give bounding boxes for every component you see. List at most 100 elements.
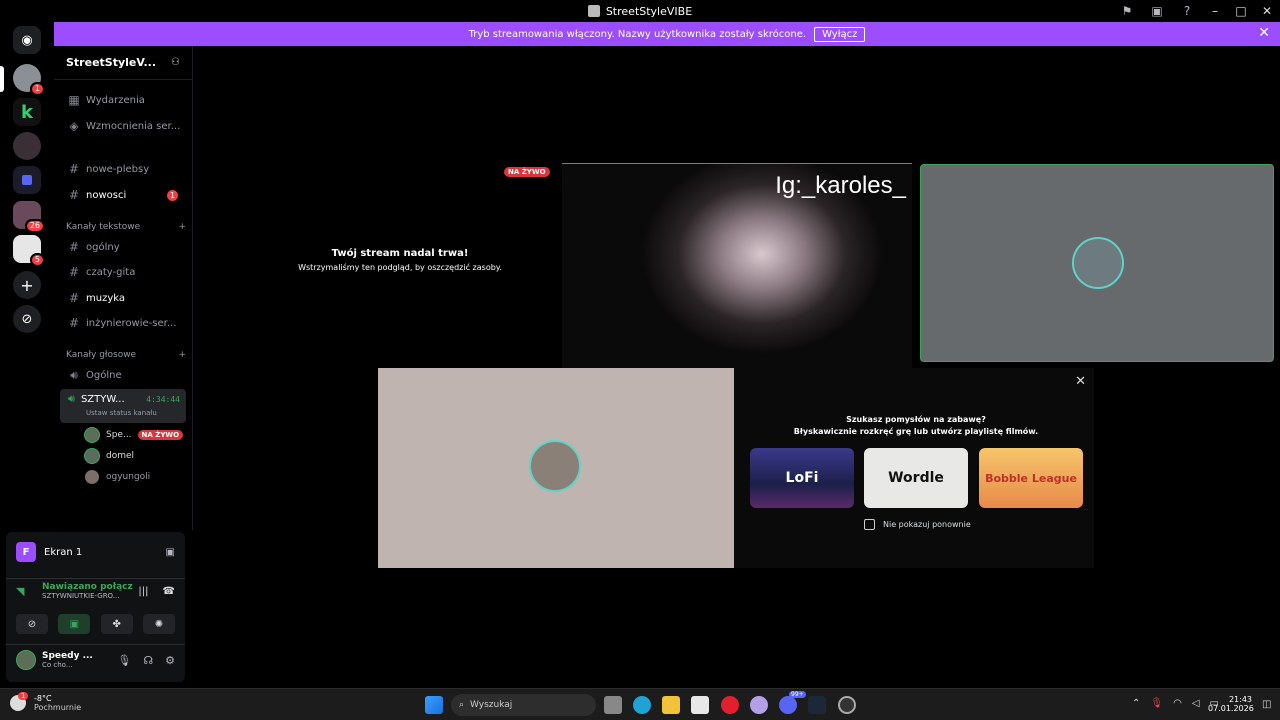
activities-icon[interactable]: ✤ bbox=[100, 614, 133, 634]
screen-share-icon[interactable]: ▣ bbox=[58, 614, 91, 634]
window-title-text: StreetStyleVIBE bbox=[605, 4, 693, 18]
server-5[interactable]: 26 bbox=[13, 201, 45, 233]
invite-icon[interactable]: ⚇ bbox=[171, 57, 180, 68]
connection-status[interactable]: Nawiązano połącz bbox=[42, 582, 133, 592]
wifi-icon[interactable]: ◠ bbox=[1173, 698, 1182, 709]
notification-icon[interactable]: ◫ bbox=[1262, 699, 1271, 710]
weather-badge: 1 bbox=[18, 692, 29, 700]
disable-streamer-mode-button[interactable]: Wyłącz bbox=[814, 26, 866, 42]
voice-user[interactable]: Spe... NA ŻYWO bbox=[84, 425, 184, 445]
opera-icon[interactable] bbox=[721, 696, 739, 714]
activity-card-wordle[interactable]: Wordle bbox=[864, 448, 968, 508]
clock-date: 07.01.2026 bbox=[1208, 704, 1254, 713]
voice-user-name: ogyungoli bbox=[106, 472, 151, 482]
help-icon[interactable]: ? bbox=[1172, 0, 1202, 22]
close-icon[interactable]: ✕ bbox=[1258, 25, 1270, 41]
taskbar-search[interactable]: ⌕ Wyszukaj bbox=[451, 694, 596, 716]
voice-user[interactable]: ogyungoli bbox=[84, 467, 150, 487]
folder-icon[interactable] bbox=[13, 166, 41, 194]
noise-icon[interactable]: ||| bbox=[138, 586, 148, 597]
discover-icon[interactable]: ⊘ bbox=[13, 305, 41, 333]
signal-icon: ◥ bbox=[16, 584, 25, 598]
task-view-icon[interactable] bbox=[604, 696, 622, 714]
screen-share-icon[interactable]: ▣ bbox=[1142, 0, 1172, 22]
checkbox[interactable] bbox=[864, 519, 875, 530]
camera-off-icon[interactable]: ⊘ bbox=[16, 614, 48, 634]
activity-card-bobble-league[interactable]: Bobble League bbox=[979, 448, 1083, 508]
weather-widget[interactable]: 1 -8°C Pochmurnie bbox=[10, 692, 82, 712]
add-channel-icon[interactable]: + bbox=[178, 350, 186, 360]
headphones-icon[interactable]: ☊ bbox=[143, 654, 153, 667]
screen-share-row[interactable]: F Ekran 1 ▣ bbox=[6, 542, 185, 562]
user-name[interactable]: Speedy ... bbox=[42, 651, 93, 661]
server-badge: 26 bbox=[24, 219, 45, 233]
voice-user[interactable]: domel bbox=[84, 446, 134, 466]
channel-inzynierowie[interactable]: # inżynierowie-ser... bbox=[60, 312, 186, 334]
maximize-button[interactable]: □ bbox=[1228, 0, 1254, 22]
streamer-mode-banner: Tryb streamowania włączony. Nazwy użytko… bbox=[54, 22, 1280, 46]
channel-ogolny[interactable]: # ogólny bbox=[60, 236, 186, 258]
server-1[interactable]: 1 bbox=[13, 64, 45, 96]
server-3[interactable] bbox=[13, 132, 41, 160]
server-6[interactable]: 5 bbox=[13, 235, 45, 267]
activity-card-lofi[interactable]: LoFi bbox=[750, 448, 854, 508]
discord-home-icon[interactable]: ◉ bbox=[13, 26, 41, 54]
discord-taskbar-icon[interactable]: 99+ bbox=[779, 691, 806, 714]
guild-header[interactable]: StreetStyleV... ⚇ bbox=[54, 46, 192, 80]
category-voice[interactable]: Kanały głosowe + bbox=[66, 350, 186, 360]
own-stream-tile[interactable]: NA ŻYWO Twój stream nadal trwa! Wstrzyma… bbox=[250, 162, 550, 367]
stop-stream-icon[interactable]: ▣ bbox=[166, 547, 175, 558]
weather-desc: Pochmurnie bbox=[34, 703, 82, 712]
user-status[interactable]: Co cho... bbox=[42, 661, 93, 669]
app-icon[interactable] bbox=[750, 696, 768, 714]
cloud-icon: 1 bbox=[10, 692, 29, 711]
chevron-up-icon[interactable]: ⌃ bbox=[1132, 698, 1140, 709]
participant-tile[interactable] bbox=[378, 368, 734, 568]
app-icon[interactable] bbox=[838, 696, 856, 714]
channel-nowosci[interactable]: # nowosci 1 bbox=[60, 184, 186, 206]
server-k[interactable]: k bbox=[13, 98, 41, 126]
inbox-icon[interactable]: ⚑ bbox=[1112, 0, 1142, 22]
boosts-item[interactable]: ◈ Wzmocnienia ser... bbox=[60, 115, 186, 137]
participant-tile[interactable] bbox=[920, 164, 1274, 362]
gear-icon[interactable]: ⚙ bbox=[165, 654, 175, 667]
voice-channel-ogolne[interactable]: 🔊︎ Ogólne bbox=[60, 364, 186, 386]
store-icon[interactable] bbox=[691, 696, 709, 714]
add-server-icon[interactable]: + bbox=[13, 271, 41, 299]
volume-icon[interactable]: ◁ bbox=[1192, 698, 1200, 709]
channel-label: muzyka bbox=[86, 292, 125, 304]
steam-icon[interactable] bbox=[808, 696, 826, 714]
set-channel-status[interactable]: Ustaw status kanału bbox=[86, 409, 157, 417]
avatar[interactable] bbox=[16, 650, 36, 670]
windows-start-icon[interactable] bbox=[425, 696, 443, 714]
category-label: Kanały tekstowe bbox=[66, 222, 141, 232]
channel-label: Ogólne bbox=[86, 369, 122, 381]
channel-nowe-plebsy[interactable]: # nowe-plebsy bbox=[60, 158, 186, 180]
minimize-button[interactable]: – bbox=[1202, 0, 1228, 22]
hash-icon: # bbox=[68, 291, 80, 305]
channel-muzyka[interactable]: # muzyka bbox=[60, 287, 186, 309]
cam-watermark: Ig:_karoles_ bbox=[775, 172, 906, 199]
disconnect-icon[interactable]: ☎ bbox=[163, 586, 175, 597]
category-text[interactable]: Kanały tekstowe + bbox=[66, 222, 186, 232]
participant-avatar bbox=[1072, 237, 1124, 289]
channel-label: czaty-gita bbox=[86, 266, 136, 278]
add-channel-icon[interactable]: + bbox=[178, 222, 186, 232]
close-icon[interactable]: ✕ bbox=[1075, 374, 1086, 389]
checkbox-label: Nie pokazuj ponownie bbox=[883, 520, 971, 529]
camera-tile[interactable]: Ig:_karoles_ bbox=[562, 163, 912, 368]
close-window-button[interactable]: ✕ bbox=[1254, 0, 1280, 22]
soundboard-icon[interactable]: ✺ bbox=[142, 614, 175, 634]
events-item[interactable]: ▦ Wydarzenia bbox=[60, 89, 186, 111]
file-explorer-icon[interactable] bbox=[662, 696, 680, 714]
connection-channel[interactable]: SZTYWNIUTKIE-GRO... bbox=[42, 592, 133, 600]
microphone-icon[interactable]: 🎙︎ bbox=[117, 654, 131, 667]
calendar-icon: ▦ bbox=[68, 93, 80, 107]
voice-channel-active[interactable]: 🔊︎ SZTYW... 4:34:44 Ustaw status kanału bbox=[60, 389, 186, 423]
edge-icon[interactable] bbox=[633, 696, 651, 714]
dont-show-again[interactable]: Nie pokazuj ponownie bbox=[864, 519, 971, 530]
events-label: Wydarzenia bbox=[86, 94, 145, 106]
microphone-icon[interactable]: 🎙︎ bbox=[1150, 698, 1163, 709]
clock[interactable]: 21:43 07.01.2026 bbox=[1208, 695, 1254, 713]
channel-czaty-gita[interactable]: # czaty-gita bbox=[60, 261, 186, 283]
